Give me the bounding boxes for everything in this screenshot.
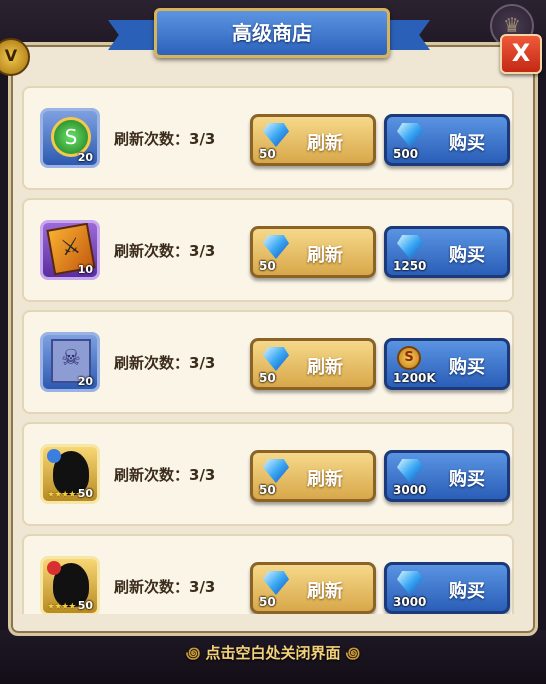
diamond-icon [397, 235, 423, 259]
title-ribbon: 高级商店 [108, 4, 430, 58]
close-hint[interactable]: ꩜ 点击空白处关闭界面 ꩜ [0, 642, 546, 664]
refresh-button-label: 刷新 [307, 357, 343, 378]
diamond-icon [263, 235, 289, 259]
refresh-button[interactable]: 50 刷新 [250, 562, 376, 614]
close-hint-text: 点击空白处关闭界面 [205, 644, 341, 662]
diamond-icon [397, 123, 423, 147]
buy-cost: 1250 [393, 259, 427, 273]
diamond-icon [263, 347, 289, 371]
refresh-count-label: 刷新次数：3/3 [114, 578, 216, 596]
buy-button[interactable]: S 1200K 购买 [384, 338, 510, 390]
swirl-right-icon: ꩜ [345, 644, 360, 662]
shop-item-row: S 20 刷新次数：3/3 50 刷新 500 购买 [22, 86, 514, 190]
item-count: 10 [77, 263, 93, 276]
refresh-button-label: 刷新 [307, 469, 343, 490]
item-count: 50 [77, 599, 93, 612]
shop-title: 高级商店 [232, 21, 312, 45]
buy-button-label: 购买 [449, 133, 485, 154]
buy-button-label: 购买 [449, 469, 485, 490]
item-slot[interactable]: ★★★★ 50 [40, 556, 100, 614]
buy-cost: 3000 [393, 595, 427, 609]
buy-button[interactable]: 3000 购买 [384, 450, 510, 502]
refresh-cost: 50 [259, 595, 276, 609]
refresh-cost: 50 [259, 259, 276, 273]
refresh-count-label: 刷新次数：3/3 [114, 130, 216, 148]
buy-button-label: 购买 [449, 581, 485, 602]
item-slot[interactable]: ⚔ 10 [40, 220, 100, 280]
item-count: 50 [77, 487, 93, 500]
refresh-count-label: 刷新次数：3/3 [114, 354, 216, 372]
buy-button[interactable]: 500 购买 [384, 114, 510, 166]
diamond-icon [397, 571, 423, 595]
refresh-count-label: 刷新次数：3/3 [114, 242, 216, 260]
refresh-button[interactable]: 50 刷新 [250, 338, 376, 390]
refresh-cost: 50 [259, 147, 276, 161]
refresh-cost: 50 [259, 483, 276, 497]
refresh-button-label: 刷新 [307, 133, 343, 154]
shop-item-row: ⚔ 10 刷新次数：3/3 50 刷新 1250 购买 [22, 198, 514, 302]
refresh-button[interactable]: 50 刷新 [250, 450, 376, 502]
element-badge-icon [47, 449, 61, 463]
refresh-count-label: 刷新次数：3/3 [114, 466, 216, 484]
diamond-icon [397, 459, 423, 483]
diamond-icon [263, 123, 289, 147]
swirl-left-icon: ꩜ [185, 644, 201, 662]
item-slot[interactable]: ☠ 20 [40, 332, 100, 392]
buy-cost: 1200K [393, 371, 436, 385]
buy-cost: 500 [393, 147, 419, 161]
refresh-cost: 50 [259, 371, 276, 385]
buy-button[interactable]: 3000 购买 [384, 562, 510, 614]
shop-item-list[interactable]: S 20 刷新次数：3/3 50 刷新 500 购买 ⚔ 10 刷新次数：3/3… [22, 86, 514, 614]
shop-item-row: ★★★★★ 50 刷新次数：3/3 50 刷新 3000 购买 [22, 422, 514, 526]
refresh-button[interactable]: 50 刷新 [250, 226, 376, 278]
buy-cost: 3000 [393, 483, 427, 497]
shop-item-row: ★★★★ 50 刷新次数：3/3 50 刷新 3000 购买 [22, 534, 514, 614]
buy-button[interactable]: 1250 购买 [384, 226, 510, 278]
diamond-icon [263, 459, 289, 483]
star-rating: ★★★★ [47, 602, 76, 612]
item-slot[interactable]: ★★★★★ 50 [40, 444, 100, 504]
element-badge-icon [47, 561, 61, 575]
title-banner: 高级商店 [154, 8, 390, 58]
refresh-button-label: 刷新 [307, 245, 343, 266]
item-slot[interactable]: S 20 [40, 108, 100, 168]
gold-coin-icon: S [397, 346, 421, 370]
buy-button-label: 购买 [449, 357, 485, 378]
diamond-icon [263, 571, 289, 595]
shop-item-row: ☠ 20 刷新次数：3/3 50 刷新 S 1200K 购买 [22, 310, 514, 414]
refresh-button[interactable]: 50 刷新 [250, 114, 376, 166]
buy-button-label: 购买 [449, 245, 485, 266]
close-button[interactable]: X [500, 34, 542, 74]
item-count: 20 [77, 151, 93, 164]
refresh-button-label: 刷新 [307, 581, 343, 602]
item-count: 20 [77, 375, 93, 388]
